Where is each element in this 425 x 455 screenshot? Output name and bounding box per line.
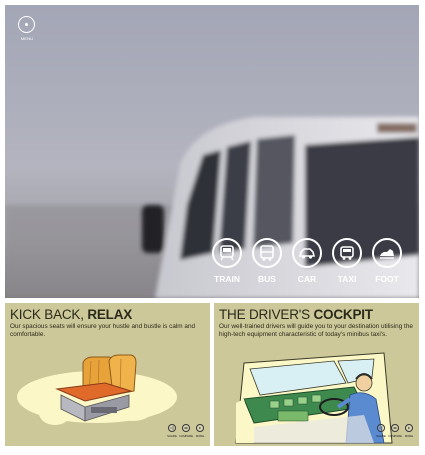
card-relax-title: KICK BACK, RELAX bbox=[10, 307, 133, 322]
more-button[interactable]: MORE bbox=[403, 424, 415, 440]
compare-icon bbox=[391, 424, 399, 432]
card-relax[interactable]: KICK BACK, RELAX Our spacious seats will… bbox=[5, 303, 210, 446]
compare-icon bbox=[182, 424, 190, 432]
transport-mode-bar: TRAIN BUS CAR TAXI FOOT bbox=[210, 238, 410, 288]
train-icon bbox=[212, 238, 242, 268]
share-icon bbox=[168, 424, 176, 432]
more-icon bbox=[196, 424, 204, 432]
more-icon bbox=[405, 424, 413, 432]
transport-foot-button[interactable]: FOOT bbox=[370, 238, 404, 288]
menu-label: MENU bbox=[20, 36, 34, 41]
transport-taxi-label: TAXI bbox=[337, 274, 357, 284]
card-relax-body: Our spacious seats will ensure your hust… bbox=[10, 323, 196, 338]
more-button[interactable]: MORE bbox=[194, 424, 206, 440]
more-label: MORE bbox=[404, 434, 414, 438]
menu-button[interactable] bbox=[18, 16, 35, 33]
transport-car-button[interactable]: CAR bbox=[290, 238, 324, 288]
transport-car-label: CAR bbox=[297, 274, 317, 284]
transport-bus-button[interactable]: BUS bbox=[250, 238, 284, 288]
card-cockpit[interactable]: THE DRIVER'S COCKPIT Our well-trained dr… bbox=[214, 303, 419, 446]
taxi-icon bbox=[332, 238, 362, 268]
card-cockpit-actions: SHARE COMPARE MORE bbox=[375, 424, 415, 440]
transport-train-button[interactable]: TRAIN bbox=[210, 238, 244, 288]
card-cockpit-body: Our well-trained drivers will guide you … bbox=[219, 323, 413, 338]
transport-taxi-button[interactable]: TAXI bbox=[330, 238, 364, 288]
card-relax-actions: SHARE COMPARE MORE bbox=[166, 424, 206, 440]
card-cockpit-title: THE DRIVER'S COCKPIT bbox=[219, 307, 373, 322]
more-label: MORE bbox=[195, 434, 205, 438]
car-icon bbox=[292, 238, 322, 268]
transport-train-label: TRAIN bbox=[214, 274, 240, 284]
transport-bus-label: BUS bbox=[258, 274, 276, 284]
transport-foot-label: FOOT bbox=[375, 274, 399, 284]
hero-banner: MENU TRAIN BUS CAR TAXI FOOT bbox=[5, 5, 419, 298]
foot-icon bbox=[372, 238, 402, 268]
share-icon bbox=[377, 424, 385, 432]
bus-icon bbox=[252, 238, 282, 268]
